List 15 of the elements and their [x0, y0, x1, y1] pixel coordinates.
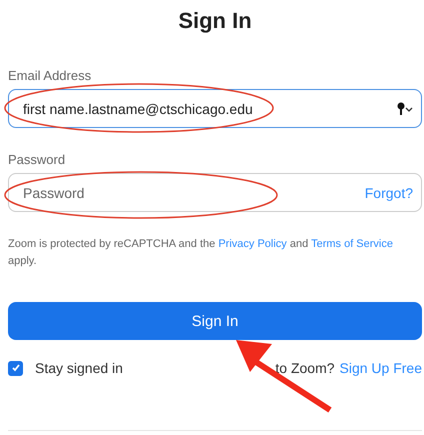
password-field[interactable]: Password	[21, 184, 365, 202]
checkmark-icon	[10, 363, 20, 373]
key-icon[interactable]	[397, 102, 413, 116]
new-to-zoom-text: to Zoom?	[275, 360, 335, 376]
sign-up-link[interactable]: Sign Up Free	[340, 360, 422, 376]
sign-in-button[interactable]: Sign In	[8, 302, 422, 340]
stay-signed-in-label: Stay signed in	[35, 360, 123, 376]
password-label: Password	[8, 152, 66, 167]
forgot-link[interactable]: Forgot?	[364, 184, 413, 200]
stay-signed-in-checkbox[interactable]	[8, 360, 23, 376]
page-title: Sign In	[177, 8, 253, 34]
terms-of-service-link[interactable]: Terms of Service	[311, 238, 393, 250]
privacy-policy-link[interactable]: Privacy Policy	[218, 238, 287, 250]
email-label: Email Address	[8, 68, 92, 83]
recaptcha-notice: Zoom is protected by reCAPTCHA and the Privacy Policy and Terms of Service apply.	[8, 237, 394, 269]
